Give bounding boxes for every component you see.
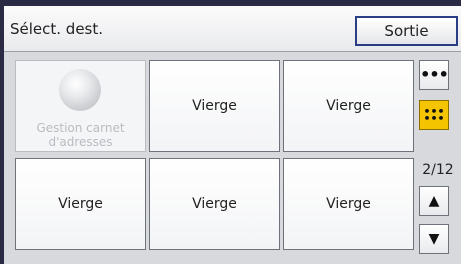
destination-tile[interactable]: Vierge xyxy=(15,158,146,250)
arrow-up-icon: ▲ xyxy=(428,193,440,209)
grid-view-button[interactable]: ••• ••• xyxy=(419,100,449,130)
list-view-icon: ••• xyxy=(420,65,449,84)
header-bar: Sélect. dest. Sortie xyxy=(4,6,461,52)
grid-view-icon: ••• ••• xyxy=(423,105,445,125)
address-book-label: Gestion carnet d'adresses xyxy=(36,121,125,149)
destination-tile[interactable]: Vierge xyxy=(149,158,280,250)
screen: Sélect. dest. Sortie Gestion carnet d'ad… xyxy=(0,0,461,264)
page-down-button[interactable]: ▼ xyxy=(419,224,449,254)
page-up-button[interactable]: ▲ xyxy=(419,186,449,216)
page-title: Sélect. dest. xyxy=(10,20,104,38)
destination-tile[interactable]: Vierge xyxy=(283,60,414,152)
arrow-down-icon: ▼ xyxy=(428,231,440,247)
page-indicator: 2/12 xyxy=(422,162,454,178)
exit-button[interactable]: Sortie xyxy=(355,16,458,46)
destination-tile[interactable]: Vierge xyxy=(149,60,280,152)
destination-tile[interactable]: Vierge xyxy=(283,158,414,250)
destination-panel: Gestion carnet d'adresses Vierge Vierge … xyxy=(4,52,461,264)
list-view-button[interactable]: ••• xyxy=(419,60,449,90)
address-book-orb-icon xyxy=(59,69,101,111)
address-book-tile: Gestion carnet d'adresses xyxy=(15,60,146,152)
